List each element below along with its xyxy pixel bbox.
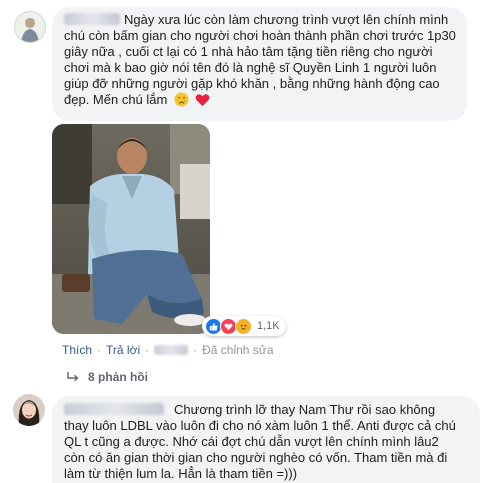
separator-dot: · <box>145 343 150 357</box>
comment-text-line: còn có ăn gian thời gian cho người nghèo… <box>64 450 448 465</box>
red-heart-icon <box>195 94 209 107</box>
comment-text-line: thay luôn LDBL vào luôn đi cho nó xàm lu… <box>64 418 456 433</box>
comment-bubble: Chương trình lỡ thay Nam Thư rồi sao khô… <box>52 396 480 483</box>
separator-dot: · <box>193 343 198 357</box>
comment-text-line: giây nữa , cuối ct lại có 1 nhà hảo tâm … <box>64 44 433 59</box>
avatar-person-icon <box>15 12 45 42</box>
separator-dot: · <box>97 343 102 357</box>
reactions-summary[interactable]: 1,1K <box>202 316 286 336</box>
comment-photo[interactable] <box>52 124 210 334</box>
comment-text-line: làm từ thiện lum la. Hẳn là tham tiền =)… <box>64 466 298 481</box>
view-replies-link[interactable]: 8 phản hồi <box>66 370 148 384</box>
author-name-hidden[interactable] <box>64 403 164 415</box>
commenter-avatar[interactable] <box>13 394 45 426</box>
edited-label: Đã chỉnh sửa <box>202 343 274 357</box>
like-link[interactable]: Thích <box>62 343 92 357</box>
reply-arrow-icon <box>67 372 79 382</box>
comment-actions: Thích · Trả lời · · Đã chỉnh sửa <box>62 343 274 357</box>
commenter-avatar[interactable] <box>14 11 46 43</box>
comment-text-line: chơi mà k bao giờ nói tên đó là nghệ sĩ … <box>64 60 437 75</box>
comment-text-line: Chương trình lỡ thay Nam Thư rồi sao khô… <box>174 402 436 417</box>
comment-bubble: Ngày xưa lúc còn làm chương trình vượt l… <box>52 7 467 121</box>
photo-man-sitting-image <box>52 124 210 334</box>
reply-link[interactable]: Trả lời <box>106 343 140 357</box>
replies-count-label: 8 phản hồi <box>88 370 148 384</box>
timestamp-hidden[interactable] <box>154 345 189 355</box>
sad-icon <box>235 317 252 335</box>
reactions-count: 1,1K <box>257 320 280 332</box>
comment-text-line: QL t cũng a được. Nhớ cái đợt chú dẫn vư… <box>64 434 439 449</box>
crying-face-icon <box>174 92 189 107</box>
comment-text-line: đẹp. Mến chú lắm <box>64 92 168 107</box>
comment-text-line: chú còn bấm gian cho người chơi hoàn thà… <box>64 28 456 43</box>
comment-text-line: Ngày xưa lúc còn làm chương trình vượt l… <box>124 12 449 27</box>
author-name-hidden[interactable] <box>64 13 120 25</box>
comment-text-line: giúp đỡ những người gặp khó khăn , bằng … <box>64 76 440 91</box>
avatar-woman-icon <box>13 394 45 426</box>
